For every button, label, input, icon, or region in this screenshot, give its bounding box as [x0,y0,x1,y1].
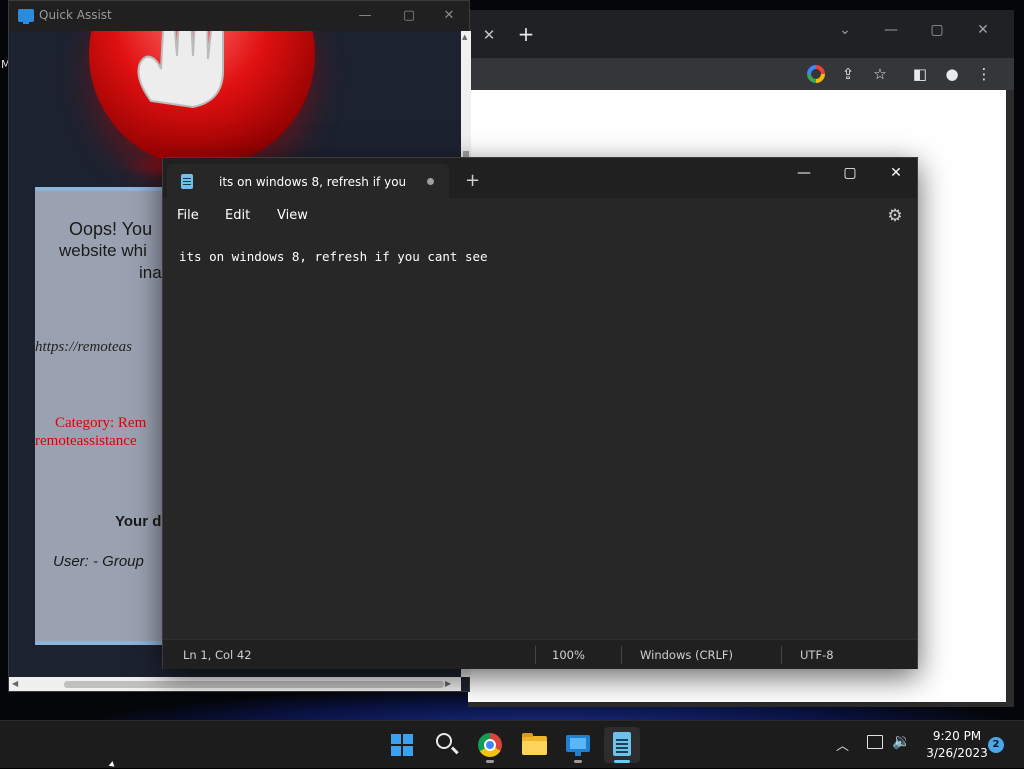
bookmark-star-icon[interactable]: ☆ [868,62,892,86]
notepad-maximize-button[interactable]: ▢ [827,158,873,188]
notepad-minimize-button[interactable]: — [781,158,827,188]
taskbar-chrome[interactable] [472,727,508,763]
unsaved-dot-icon[interactable] [427,178,434,185]
windows-logo-icon [391,734,413,756]
menu-view[interactable]: View [277,208,308,223]
clock-date[interactable]: 3/26/2023 [922,746,992,760]
qa-horizontal-scrollbar[interactable]: ◀ ▶ [9,677,461,691]
taskbar-notepad[interactable] [604,727,640,763]
blocked-url: https://remoteas [35,339,132,355]
blocked-heading-line1: Oops! You [69,219,153,239]
qa-close-button[interactable]: ✕ [435,4,463,28]
notepad-statusbar: Ln 1, Col 42 100% Windows (CRLF) UTF-8 [163,639,917,669]
blocked-heading-line3: ina [139,263,162,282]
notepad-text-content[interactable]: its on windows 8, refresh if you cant se… [179,249,488,264]
chrome-tab-search-icon[interactable]: ⌄ [830,15,860,45]
status-separator [781,646,782,664]
notepad-menubar: File Edit View ⚙ [163,198,917,234]
chrome-tab-bar: ✕ + ⌄ — ▢ ✕ [468,10,1014,58]
menu-file[interactable]: File [177,208,199,223]
google-lens-icon[interactable] [804,62,828,86]
taskbar-search-button[interactable] [428,727,464,763]
qa-hscroll-thumb[interactable] [64,681,444,688]
notepad-window[interactable]: its on windows 8, refresh if you ca + — … [162,157,918,669]
notepad-tab-title: its on windows 8, refresh if you ca [219,175,409,189]
notepad-icon [181,174,193,189]
chrome-icon [478,733,502,757]
active-indicator [614,760,630,763]
chrome-menu-icon[interactable]: ⋮ [972,62,996,86]
notepad-titlebar[interactable]: its on windows 8, refresh if you ca + — … [163,158,917,198]
running-indicator [486,760,494,763]
status-encoding[interactable]: UTF-8 [800,648,834,662]
notepad-close-button[interactable]: ✕ [873,158,919,188]
quick-assist-title: Quick Assist [39,8,112,22]
notepad-icon [613,732,631,756]
blocked-heading-line2: website whi [59,241,147,260]
blocked-category-value: remoteassistance [35,433,137,449]
notification-badge[interactable]: 2 [988,737,1004,753]
status-zoom[interactable]: 100% [552,648,585,662]
quick-assist-icon [566,735,590,756]
profile-icon[interactable]: ● [940,62,964,86]
quick-assist-app-icon [18,9,34,24]
notepad-tab[interactable]: its on windows 8, refresh if you ca [167,164,449,198]
share-icon[interactable]: ⇪ [836,62,860,86]
status-separator [621,646,622,664]
folder-icon [522,733,547,755]
chrome-toolbar: ⇪ ☆ ◧ ● ⋮ [468,58,1014,90]
notepad-editor[interactable]: its on windows 8, refresh if you cant se… [163,234,917,639]
chevron-up-icon[interactable]: ︿ [836,735,849,754]
clock-time[interactable]: 9:20 PM [922,729,992,743]
blocked-your-details: Your d [115,513,162,530]
blocked-category: Category: Rem [55,415,147,431]
taskbar-file-explorer[interactable] [516,727,552,763]
chrome-tab-close-icon[interactable]: ✕ [480,26,498,44]
chrome-minimize-button[interactable]: — [876,15,906,45]
status-cursor-position[interactable]: Ln 1, Col 42 [183,648,252,662]
scroll-left-icon[interactable]: ◀ [12,679,18,688]
volume-icon[interactable]: 🔉 [892,732,911,750]
taskbar-quick-assist[interactable] [560,727,596,763]
settings-gear-icon[interactable]: ⚙ [885,206,905,226]
notepad-new-tab-button[interactable]: + [465,172,480,190]
side-panel-icon[interactable]: ◧ [908,62,932,86]
start-button[interactable] [384,727,420,763]
hand-icon [137,31,224,109]
stop-hand-graphic [89,31,315,167]
quick-assist-titlebar[interactable]: Quick Assist — ▢ ✕ [9,1,469,31]
qa-minimize-button[interactable]: — [351,4,379,28]
status-line-ending[interactable]: Windows (CRLF) [640,648,733,662]
blocked-user-group: User: - Group [53,553,144,570]
taskbar: ︿ 🔉 9:20 PM 3/26/2023 2 [0,720,1024,768]
qa-maximize-button[interactable]: ▢ [395,4,423,28]
scroll-right-icon[interactable]: ▶ [445,679,451,688]
network-icon[interactable] [867,735,883,749]
chrome-maximize-button[interactable]: ▢ [922,15,952,45]
chrome-new-tab-button[interactable]: + [516,24,536,44]
status-separator [535,646,536,664]
desktop: M ✕ + ⌄ — ▢ ✕ ⇪ ☆ ◧ ● ⋮ Quick Assist — ▢… [0,0,1024,720]
search-icon [436,733,452,749]
running-indicator [574,760,582,763]
scroll-up-icon[interactable]: ▲ [462,33,467,41]
menu-edit[interactable]: Edit [225,208,250,223]
chrome-close-button[interactable]: ✕ [968,15,998,45]
